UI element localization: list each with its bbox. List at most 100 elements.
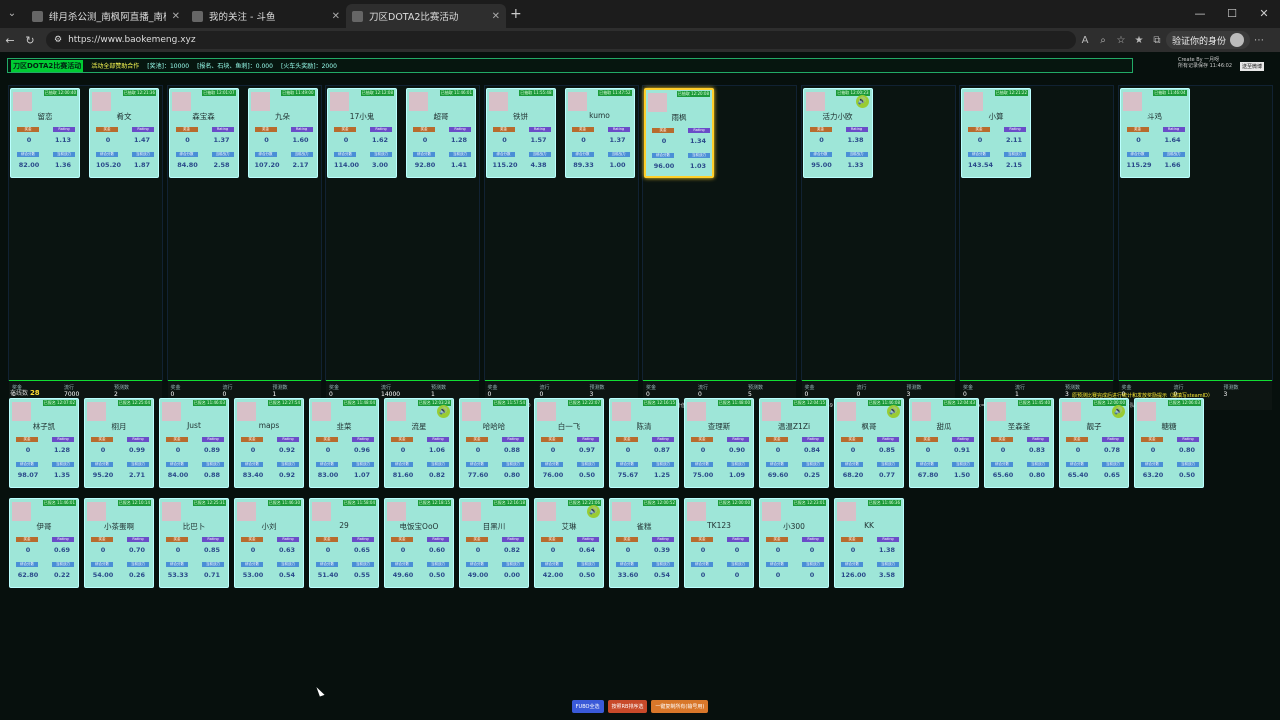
value-row: 00 <box>691 546 749 554</box>
tab-list-icon[interactable]: ⌄ <box>4 6 20 22</box>
minimize-icon[interactable]: — <box>1184 0 1216 28</box>
player-card[interactable]: 已报名 12:00:00 🔊 靓子 奖金 Rating 0 0.78 综合分数 当前战力 65.4… <box>1059 398 1129 488</box>
status-badge: 已报名 11:57:54 <box>492 400 526 406</box>
player-card[interactable]: 已报名 12:10:14 小茶蛋啊 奖金 Rating 0 0.70 综合分数 当前战力 54.… <box>84 498 154 588</box>
stat-value: 3 <box>906 391 911 398</box>
tab-2[interactable]: 刀区DOTA2比赛活动 ✕ <box>346 4 506 28</box>
url-field[interactable]: ⚙ https://www.baokemeng.xyz <box>46 31 1076 49</box>
rating-value: 0.78 <box>1103 446 1121 454</box>
player-card[interactable]: 已报名 12:25:04 栩月 奖金 Rating 0 0.99 综合分数 当前战力 95.20… <box>84 398 154 488</box>
player-card[interactable]: 已抽取 12:21:22 小算 奖金 Rating 0 2.11 综合分数 当前战力 143.5… <box>961 88 1031 178</box>
power-value: 2.71 <box>128 471 146 479</box>
collections-icon[interactable]: ⧉ <box>1148 35 1166 46</box>
player-card[interactable]: 已抽取 11:46:01 超哥 奖金 Rating 0 1.28 综合分数 当前战力 92.80… <box>406 88 476 178</box>
site-info-icon[interactable]: ⚙ <box>54 35 62 45</box>
player-card[interactable]: 已报名 11:46:08 🔊 枫哥 奖金 Rating 0 0.85 综合分数 当前战力 68.2… <box>834 398 904 488</box>
power-value: 0.88 <box>203 471 221 479</box>
label-row: 综合分数 当前战力 <box>91 462 149 467</box>
player-card[interactable]: 已报名 11:46:36 KK 奖金 Rating 0 1.38 综合分数 当前战力 126.0… <box>834 498 904 588</box>
player-card[interactable]: 已抽取 12:20:08 雨枫 奖金 Rating 0 1.34 综合分数 当前战力 96.00… <box>644 88 714 178</box>
score-value: 98.07 <box>17 471 39 479</box>
player-card[interactable]: 已报名 11:48:00 查理斯 奖金 Rating 0 0.90 综合分数 当前战力 75.0… <box>684 398 754 488</box>
player-card[interactable]: 已抽取 11:55:48 铁饼 奖金 Rating 0 1.57 综合分数 当前战力 115.2… <box>485 88 556 178</box>
player-card[interactable]: 已报名 12:22:07 白一飞 奖金 Rating 0 0.97 综合分数 当前战力 76.0… <box>534 398 604 488</box>
value-row: 00 <box>766 571 824 579</box>
player-card[interactable]: 已报名 11:46:01 伊哥 奖金 Rating 0 0.69 综合分数 当前战力 62.80… <box>9 498 79 588</box>
share-button[interactable]: 送至微博 <box>1240 62 1265 71</box>
player-card[interactable]: 已报名 12:00:00 TK123 奖金 Rating 0 0 综合分数 当前战力 0 0 <box>684 498 754 588</box>
player-card[interactable]: 已报名 11:46:30 小刘 奖金 Rating 0 0.63 综合分数 当前战力 53.00… <box>234 498 304 588</box>
power-label: 当前战力 <box>877 462 899 467</box>
status-badge: 已抽取 11:46:04 <box>1153 90 1187 96</box>
close-tab-icon[interactable]: ✕ <box>492 11 500 22</box>
translate-icon[interactable]: A <box>1076 35 1094 46</box>
player-card[interactable]: 已报名 12:06:03 糖糖 奖金 Rating 0 0.80 综合分数 当前战力 63.20… <box>1134 398 1204 488</box>
back-icon[interactable]: ← <box>0 34 20 47</box>
power-value: 1.07 <box>353 471 371 479</box>
player-card[interactable]: 已报名 12:07:02 林子凯 奖金 Rating 0 1.28 综合分数 当前战力 98.0… <box>9 398 79 488</box>
more-menu-icon[interactable]: ⋯ <box>1250 35 1268 46</box>
zoom-icon[interactable]: ⌕ <box>1094 35 1112 46</box>
player-card[interactable]: 已报名 12:23:01 小300 奖金 Rating 0 0 综合分数 当前战力 0 0 <box>759 498 829 588</box>
value-row: 0 0.80 <box>1141 446 1199 454</box>
power-label: 当前战力 <box>688 153 710 158</box>
tab-1[interactable]: 我的关注 - 斗鱼 ✕ <box>186 4 346 28</box>
player-card[interactable]: 已抽取 11:49:00 九朵 奖金 Rating 0 1.60 综合分数 当前战力 107.2… <box>247 88 318 178</box>
player-name: TK123 <box>707 521 731 530</box>
label-row: 奖金 Rating <box>766 537 824 542</box>
team-column: 已抽取 12:01:07 森宝森 奖金 Rating 0 1.37 综合分数 当前战力 84.8… <box>166 85 322 410</box>
player-card[interactable]: 已报名 12:04:15 温温Z1Zi 奖金 Rating 0 0.84 综合分数 当前战力 6… <box>759 398 829 488</box>
favorite-star-icon[interactable]: ☆ <box>1112 35 1130 46</box>
value-row: 115.29 1.66 <box>1127 161 1185 169</box>
rating-value: 0 <box>809 546 815 554</box>
player-card[interactable]: 已报名 11:45:40 圣森釜 奖金 Rating 0 0.83 综合分数 当前战力 65.6… <box>984 398 1054 488</box>
rating-label: Rating <box>577 437 599 442</box>
event-subtitle: 活动全部赞助合作 <box>91 63 140 70</box>
profile-verify-button[interactable]: 验证你的身份 <box>1166 31 1251 49</box>
player-card[interactable]: 已报名 11:58:04 29 奖金 Rating 0 0.65 综合分数 当前战力 51.40… <box>309 498 379 588</box>
value-row: 65.40 0.65 <box>1066 471 1124 479</box>
player-card[interactable]: 已报名 12:16:18 目黑川 奖金 Rating 0 0.82 综合分数 当前战力 49.0… <box>459 498 529 588</box>
avatar <box>162 402 181 421</box>
new-tab-button[interactable]: + <box>510 6 522 22</box>
close-tab-icon[interactable]: ✕ <box>172 11 180 22</box>
player-card[interactable]: 已抽取 12:21:36 肴文 奖金 Rating 0 1.47 综合分数 当前战力 105.2… <box>89 88 159 178</box>
win-label: 奖金 <box>571 127 594 132</box>
favorites-icon[interactable]: ★ <box>1130 35 1148 46</box>
win-value: 0 <box>422 136 428 144</box>
rating-label: Rating <box>277 437 299 442</box>
player-card[interactable]: 已报名 12:21:06 🔊 艾琳 奖金 Rating 0 0.64 综合分数 当前战力 42.0… <box>534 498 604 588</box>
close-tab-icon[interactable]: ✕ <box>332 11 340 22</box>
reload-icon[interactable]: ↻ <box>20 34 40 47</box>
footer-button[interactable]: 按照RB排序选 <box>607 699 648 713</box>
footer-button[interactable]: FUBO全选 <box>571 699 604 713</box>
label-row: 综合分数 当前战力 <box>571 152 630 157</box>
player-card[interactable]: 已抽取 12:01:07 森宝森 奖金 Rating 0 1.37 综合分数 当前战力 84.8… <box>168 88 239 178</box>
player-card[interactable]: 已报名 12:27:54 maps 奖金 Rating 0 0.92 综合分数 当前战力 83.… <box>234 398 304 488</box>
player-card[interactable]: 已抽取 12:12:08 17小鬼 奖金 Rating 0 1.62 综合分数 当前战力 114… <box>327 88 397 178</box>
player-name: 韭菜 <box>336 422 352 431</box>
player-card[interactable]: 已抽取 11:46:04 斗鸡 奖金 Rating 0 1.64 综合分数 当前战力 115.2… <box>1119 88 1190 178</box>
close-window-icon[interactable]: ✕ <box>1248 0 1280 28</box>
win-value: 0 <box>977 136 983 144</box>
player-card[interactable]: 已报名 11:48:04 韭菜 奖金 Rating 0 0.96 综合分数 当前战力 83.00… <box>309 398 379 488</box>
player-card[interactable]: 已报名 12:03:28 🔊 流星 奖金 Rating 0 1.06 综合分数 当前战力 81.6… <box>384 398 454 488</box>
maximize-icon[interactable]: ☐ <box>1216 0 1248 28</box>
player-card[interactable]: 已报名 11:57:54 哈哈哈 奖金 Rating 0 0.88 综合分数 当前战力 77.6… <box>459 398 529 488</box>
player-card[interactable]: 已抽取 12:00:23 🔊 活力小欧 奖金 Rating 0 1.38 综合分数 当前战力 95… <box>802 88 873 178</box>
player-card[interactable]: 已报名 12:18:15 电饭宝OoO 奖金 Rating 0 0.60 综合分数 当前战力 4… <box>384 498 454 588</box>
player-card[interactable]: 已报名 12:16:15 陈清 奖金 Rating 0 0.87 综合分数 当前战力 75.67… <box>609 398 679 488</box>
player-card[interactable]: 已报名 11:46:03 Just 奖金 Rating 0 0.89 综合分数 当前战力 84.… <box>159 398 229 488</box>
stat-value: 7000 <box>64 391 80 398</box>
player-card[interactable]: 已抽取 11:47:52 kumo 奖金 Rating 0 1.37 综合分数 当前战力 89.… <box>564 88 635 178</box>
value-row: 33.60 0.54 <box>616 571 674 579</box>
player-card[interactable]: 已报名 12:04:43 甜瓜 奖金 Rating 0 0.91 综合分数 当前战力 67.80… <box>909 398 979 488</box>
tab-0[interactable]: 绯月杀公测_南枫阿直播_南枫阿正 ✕ <box>26 4 186 28</box>
player-card[interactable]: 已报名 12:25:31 比巴卜 奖金 Rating 0 0.85 综合分数 当前战力 53.3… <box>159 498 229 588</box>
player-name: 肴文 <box>116 112 132 121</box>
player-card[interactable]: 已抽取 12:00:40 留恋 奖金 Rating 0 1.13 综合分数 当前战力 82.00… <box>10 88 80 178</box>
player-card[interactable]: 已报名 12:00:52 雀糕 奖金 Rating 0 0.39 综合分数 当前战力 33.60… <box>609 498 679 588</box>
rating-value: 0.60 <box>428 546 446 554</box>
footer-button[interactable]: 一键复制所有(输号用) <box>651 699 709 713</box>
value-row: 75.67 1.25 <box>616 471 674 479</box>
